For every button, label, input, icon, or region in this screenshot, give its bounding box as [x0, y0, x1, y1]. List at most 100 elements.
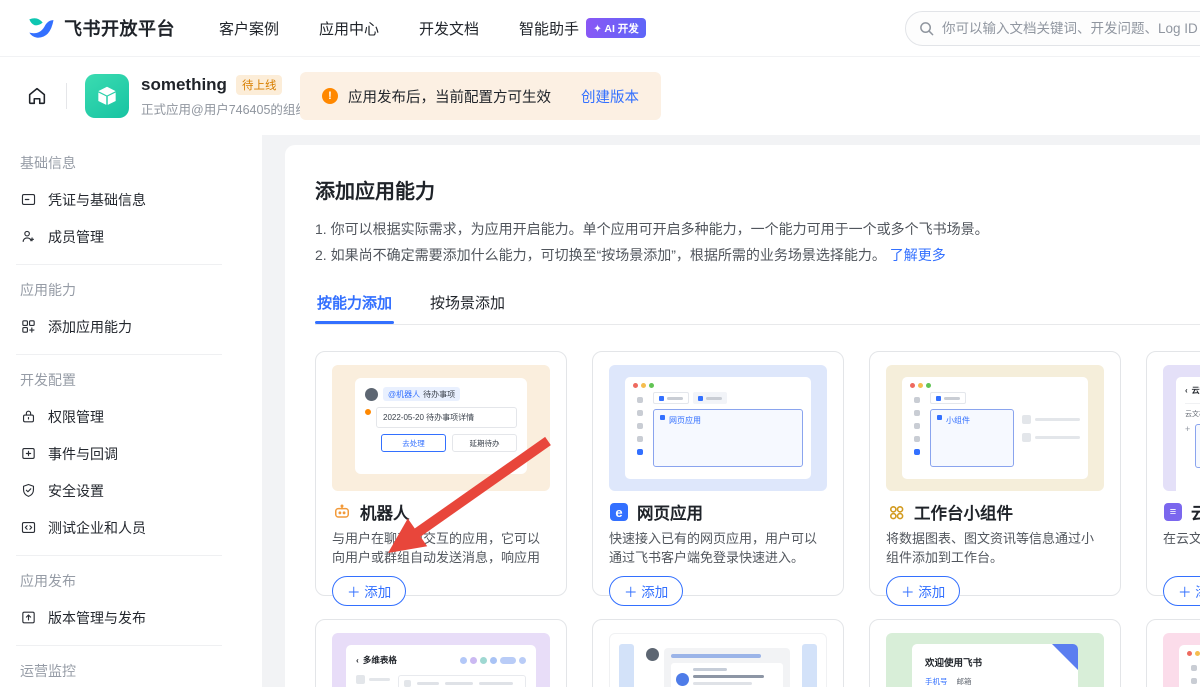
app-header-bar: something 待上线 正式应用@用户746405的组织 ! 应用发布后，当… — [0, 57, 1200, 135]
page-title: 添加应用能力 — [315, 175, 1200, 204]
add-docs-button[interactable]: ＋ 添加 — [1163, 576, 1200, 606]
card-title-docs: 云文档 — [1191, 500, 1200, 524]
status-badge: 待上线 — [236, 75, 283, 95]
nav-app-center[interactable]: 应用中心 — [319, 18, 379, 39]
search-box[interactable] — [905, 11, 1200, 46]
webapp-preview: 网页应用 — [609, 365, 827, 491]
card-message-card — [592, 619, 844, 687]
top-navbar: 飞书开放平台 客户案例 应用中心 开发文档 智能助手 ✦ AI 开发 — [0, 0, 1200, 57]
home-icon — [26, 85, 48, 107]
sidebar-item-version[interactable]: 版本管理与发布 — [0, 599, 262, 636]
sidebar-item-security[interactable]: 安全设置 — [0, 472, 262, 509]
app-cube-icon — [94, 83, 120, 109]
section-release: 应用发布 — [0, 559, 262, 599]
card-desc-webapp: 快速接入已有的网页应用，用户可以通过飞书客户端免登录快速进入。 — [609, 529, 827, 567]
card-webapp: 网页应用 e 网页应用 快速接入已有的网页应用，用户可以通过飞书客户端免登录快速… — [592, 351, 844, 596]
main-content: 添加应用能力 1. 你可以根据实际需求，为应用开启能力。单个应用可开启多种能力，… — [285, 145, 1200, 687]
id-card-icon — [20, 191, 37, 208]
card-title-webapp: 网页应用 — [637, 500, 703, 524]
sidebar-item-test-org[interactable]: 测试企业和人员 — [0, 509, 262, 546]
card-title-widget: 工作台小组件 — [914, 500, 1013, 524]
add-webapp-button[interactable]: ＋ 添加 — [609, 576, 683, 606]
tab-by-scene[interactable]: 按场景添加 — [428, 286, 507, 324]
capability-tabs: 按能力添加 按场景添加 — [315, 286, 1200, 325]
app-avatar — [85, 74, 129, 118]
search-input[interactable] — [942, 21, 1200, 36]
brand-name: 飞书开放平台 — [64, 15, 175, 41]
feishu-logo-icon — [26, 15, 56, 42]
tab-by-capability[interactable]: 按能力添加 — [315, 286, 394, 324]
warning-icon: ! — [322, 88, 338, 104]
top-navigation: 客户案例 应用中心 开发文档 智能助手 ✦ AI 开发 — [219, 18, 646, 39]
create-version-link[interactable]: 创建版本 — [581, 86, 639, 107]
card-widget: 小组件 — [869, 351, 1121, 596]
section-monitor: 运营监控 — [0, 649, 262, 689]
shield-check-icon — [20, 482, 37, 499]
card-desc-bot: 与用户在聊天中交互的应用，它可以向用户或群组自动发送消息，响应用户的消... — [332, 529, 550, 567]
webapp-icon: e — [609, 502, 629, 522]
sidebar-divider — [16, 645, 222, 646]
instruction-1: 1. 你可以根据实际需求，为应用开启能力。单个应用可开启多种能力，一个能力可用于… — [315, 216, 1200, 242]
sidebar-item-credentials[interactable]: 凭证与基础信息 — [0, 181, 262, 218]
header-divider — [66, 83, 67, 109]
capability-cards-row-2: ‹多维表格 — [315, 619, 1200, 687]
todo-icon — [365, 409, 371, 415]
card-bot: @机器人待办事项 2022-05-20 待办事项详情 去处理 延期待办 — [315, 351, 567, 596]
code-brackets-icon — [20, 519, 37, 536]
publish-notice-banner: ! 应用发布后，当前配置方可生效 创建版本 — [300, 72, 661, 120]
robot-icon — [332, 502, 352, 522]
card-login: 欢迎使用飞书 手机号 邮箱 +86 ⌄ — [869, 619, 1121, 687]
sidebar-item-permissions[interactable]: 权限管理 — [0, 398, 262, 435]
bot-preview: @机器人待办事项 2022-05-20 待办事项详情 去处理 延期待办 — [332, 365, 550, 491]
sidebar: 基础信息 凭证与基础信息 成员管理 应用能力 添加应用能力 开发配置 — [0, 135, 262, 687]
docs-preview: ‹云文档 云文档 + — [1163, 365, 1200, 491]
sidebar-item-events[interactable]: 事件与回调 — [0, 435, 262, 472]
home-button[interactable] — [26, 85, 48, 107]
card-title-bot: 机器人 — [360, 500, 410, 524]
section-basic-info: 基础信息 — [0, 141, 262, 181]
card-desc-docs: 在云文档中 — [1163, 529, 1200, 567]
card-clipped — [1146, 619, 1200, 687]
app-name: something — [141, 75, 227, 95]
section-dev-config: 开发配置 — [0, 358, 262, 398]
main-background: 添加应用能力 1. 你可以根据实际需求，为应用开启能力。单个应用可开启多种能力，… — [262, 135, 1200, 687]
instruction-2: 2. 如果尚不确定需要添加什么能力，可切换至“按场景添加”，根据所需的业务场景选… — [315, 242, 1200, 268]
card-bitable: ‹多维表格 — [315, 619, 567, 687]
widget-preview: 小组件 — [886, 365, 1104, 491]
avatar — [365, 388, 378, 401]
brand[interactable]: 飞书开放平台 — [0, 15, 175, 42]
add-bot-button[interactable]: ＋ 添加 — [332, 576, 406, 606]
card-desc-widget: 将数据图表、图文资讯等信息通过小组件添加到工作台。 — [886, 529, 1104, 567]
bitable-preview: ‹多维表格 — [332, 633, 550, 687]
search-icon — [919, 21, 934, 36]
nav-ai-assistant[interactable]: 智能助手 ✦ AI 开发 — [519, 18, 646, 39]
section-capability: 应用能力 — [0, 268, 262, 308]
login-preview: 欢迎使用飞书 手机号 邮箱 +86 ⌄ — [886, 633, 1104, 687]
nav-customer-cases[interactable]: 客户案例 — [219, 18, 279, 39]
banner-text: 应用发布后，当前配置方可生效 — [348, 86, 551, 107]
app-identity: something 待上线 正式应用@用户746405的组织 — [141, 75, 308, 118]
instructions: 1. 你可以根据实际需求，为应用开启能力。单个应用可开启多种能力，一个能力可用于… — [315, 216, 1200, 268]
card-docs: ‹云文档 云文档 + ≡ 云文档 在云文档中 ＋ 添加 — [1146, 351, 1200, 596]
member-add-icon — [20, 228, 37, 245]
message-card-preview — [609, 633, 827, 687]
grid-add-icon — [20, 318, 37, 335]
avatar — [646, 648, 659, 661]
sidebar-item-add-capability[interactable]: 添加应用能力 — [0, 308, 262, 345]
capability-cards-row-1: @机器人待办事项 2022-05-20 待办事项详情 去处理 延期待办 — [315, 351, 1200, 596]
sidebar-divider — [16, 555, 222, 556]
publish-arrow-icon — [20, 609, 37, 626]
docs-icon: ≡ — [1163, 502, 1183, 522]
event-callback-icon — [20, 445, 37, 462]
ai-dev-badge: ✦ AI 开发 — [586, 18, 646, 38]
learn-more-link[interactable]: 了解更多 — [890, 247, 946, 263]
add-widget-button[interactable]: ＋ 添加 — [886, 576, 960, 606]
pink-preview — [1163, 633, 1200, 687]
sidebar-item-members[interactable]: 成员管理 — [0, 218, 262, 255]
qr-corner-icon — [1052, 644, 1078, 670]
sidebar-divider — [16, 354, 222, 355]
lock-icon — [20, 408, 37, 425]
widget-icon — [886, 502, 906, 522]
nav-dev-docs[interactable]: 开发文档 — [419, 18, 479, 39]
sidebar-divider — [16, 264, 222, 265]
